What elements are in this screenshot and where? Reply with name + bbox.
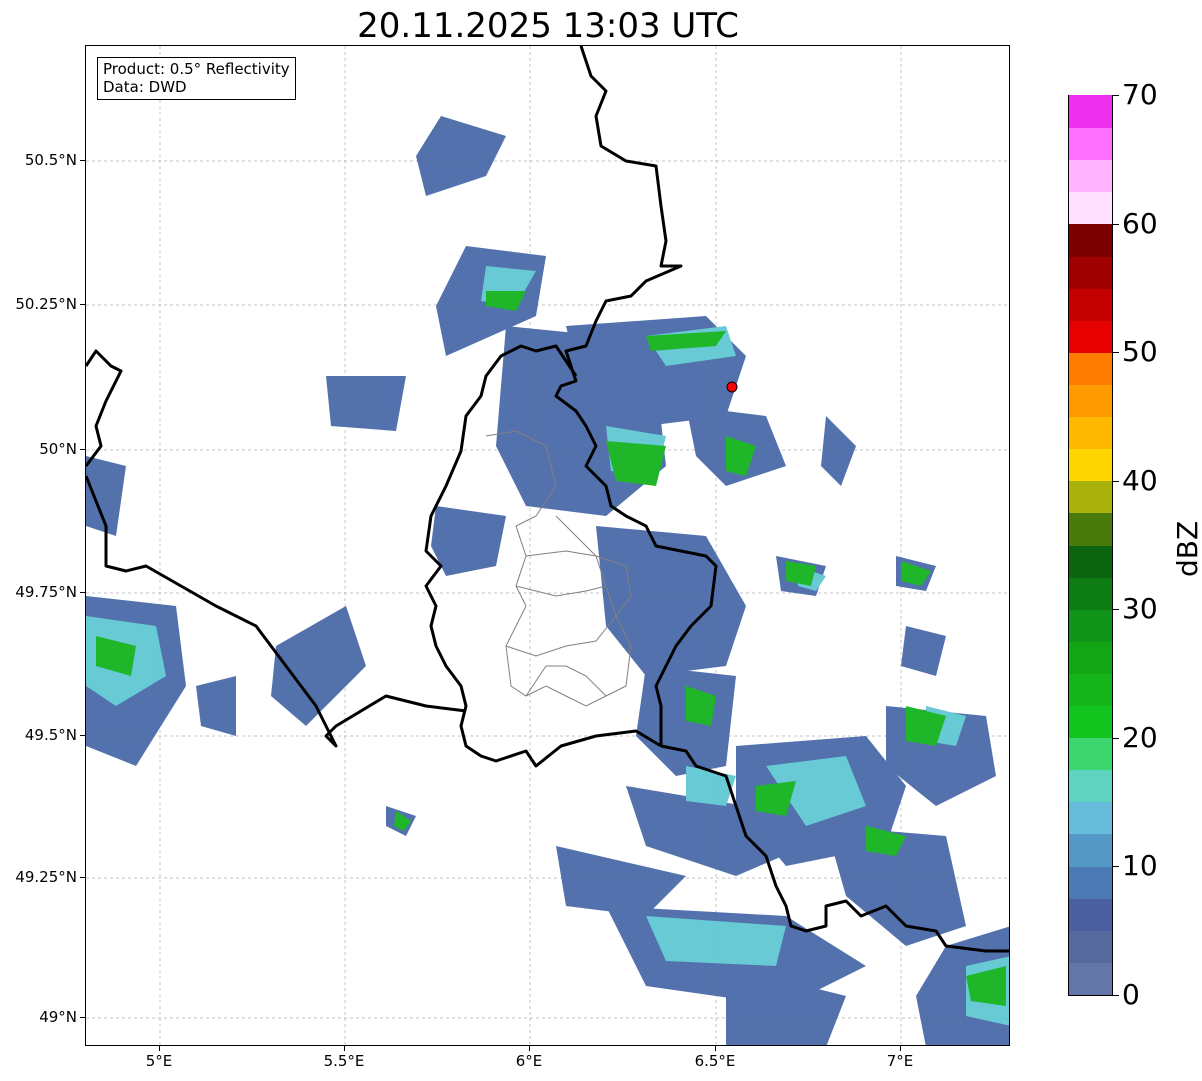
colorbar-segment (1069, 898, 1112, 931)
lat-tick-label: 50.5°N (24, 151, 77, 169)
colorbar-segment (1069, 801, 1112, 835)
radar-echoes (86, 116, 1009, 1045)
product-info-box: Product: 0.5° Reflectivity Data: DWD (97, 57, 296, 100)
colorbar-segment (1069, 865, 1112, 899)
lat-tick-label: 50°N (39, 440, 77, 458)
lat-tick-mark (80, 877, 85, 878)
radar-map[interactable] (85, 45, 1010, 1046)
lon-tick-mark (159, 1046, 160, 1051)
lat-tick-label: 49.25°N (15, 868, 77, 886)
lat-tick-mark (80, 1017, 85, 1018)
colorbar-tick-label: 0 (1122, 978, 1140, 1011)
colorbar-segment (1069, 930, 1112, 963)
colorbar-segment (1069, 577, 1112, 610)
lon-tick-label: 7°E (886, 1052, 914, 1070)
colorbar-tick-mark (1113, 95, 1119, 96)
colorbar-segment (1069, 255, 1112, 289)
colorbar-tick-mark (1113, 481, 1119, 482)
colorbar-segment (1069, 448, 1112, 482)
colorbar-segment (1069, 416, 1112, 450)
colorbar-segment (1069, 512, 1112, 546)
lon-tick-mark (529, 1046, 530, 1051)
colorbar-tick-label: 70 (1122, 78, 1158, 111)
colorbar-segment (1069, 609, 1112, 642)
lon-tick-mark (900, 1046, 901, 1051)
colorbar-segment (1069, 384, 1112, 418)
colorbar-segment (1069, 544, 1112, 578)
lon-tick-label: 6.5°E (694, 1052, 736, 1070)
colorbar-tick-mark (1113, 224, 1119, 225)
lat-tick-label: 49°N (39, 1008, 77, 1026)
colorbar-segment (1069, 833, 1112, 867)
colorbar-segment (1069, 191, 1112, 225)
lon-tick-label: 5°E (145, 1052, 173, 1070)
colorbar-tick-mark (1113, 738, 1119, 739)
lon-tick-mark (715, 1046, 716, 1051)
data-source-label: Data: DWD (103, 78, 187, 96)
lat-tick-label: 49.75°N (15, 583, 77, 601)
dbz-colorbar (1068, 95, 1113, 996)
colorbar-tick-mark (1113, 352, 1119, 353)
lat-tick-mark (80, 449, 85, 450)
colorbar-segment (1069, 480, 1112, 514)
colorbar-segment (1069, 159, 1112, 193)
colorbar-segment (1069, 641, 1112, 674)
lat-tick-mark (80, 304, 85, 305)
colorbar-tick-mark (1113, 609, 1119, 610)
lat-tick-mark (80, 735, 85, 736)
colorbar-segment (1069, 705, 1112, 739)
colorbar-tick-mark (1113, 995, 1119, 996)
colorbar-tick-label: 50 (1122, 335, 1158, 368)
colorbar-segment (1069, 223, 1112, 257)
product-label: Product: 0.5° Reflectivity (103, 60, 290, 78)
colorbar-unit-label: dBZ (1171, 520, 1202, 577)
lat-tick-mark (80, 592, 85, 593)
radar-site-marker[interactable] (726, 381, 738, 393)
colorbar-segment (1069, 95, 1112, 129)
colorbar-tick-mark (1113, 866, 1119, 867)
lat-tick-label: 50.25°N (15, 295, 77, 313)
colorbar-segment (1069, 962, 1112, 995)
lat-tick-mark (80, 160, 85, 161)
colorbar-segment (1069, 288, 1112, 321)
lat-tick-label: 49.5°N (24, 726, 77, 744)
colorbar-tick-label: 30 (1122, 592, 1158, 625)
colorbar-segment (1069, 769, 1112, 803)
colorbar-segment (1069, 127, 1112, 161)
colorbar-tick-label: 20 (1122, 721, 1158, 754)
colorbar-tick-label: 60 (1122, 207, 1158, 240)
colorbar-segment (1069, 320, 1112, 353)
colorbar-segment (1069, 673, 1112, 707)
colorbar-segment (1069, 352, 1112, 385)
lon-tick-label: 6°E (515, 1052, 543, 1070)
lon-tick-label: 5.5°E (323, 1052, 365, 1070)
colorbar-tick-label: 40 (1122, 464, 1158, 497)
map-title: 20.11.2025 13:03 UTC (357, 6, 739, 46)
colorbar-segment (1069, 737, 1112, 771)
colorbar-tick-label: 10 (1122, 849, 1158, 882)
radar-map-svg (86, 46, 1009, 1045)
lon-tick-mark (344, 1046, 345, 1051)
